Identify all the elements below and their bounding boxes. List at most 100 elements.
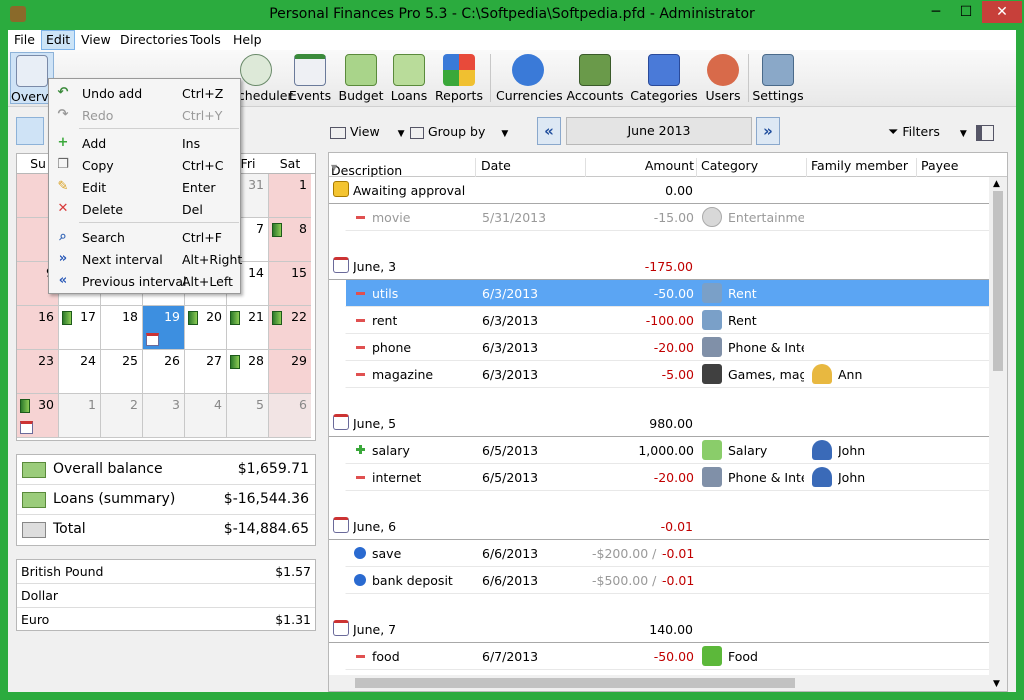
scroll-thumb[interactable] <box>993 191 1003 371</box>
transaction-category: Entertainmen <box>728 210 804 225</box>
calendar-day[interactable]: 27 <box>185 350 227 394</box>
calendar-day[interactable]: 21 <box>227 306 269 350</box>
calendar-day[interactable]: 15 <box>269 262 311 306</box>
calendar-day[interactable]: 23 <box>17 350 59 394</box>
calendar-day[interactable]: 19 <box>143 306 185 350</box>
overall-balance-row: Overall balance $1,659.71 <box>17 455 315 485</box>
horizontal-scrollbar[interactable] <box>329 675 989 691</box>
group-row[interactable]: June, 3 -175.00 <box>329 253 989 280</box>
edit-menu-item[interactable]: ↶ Undo add Ctrl+Z <box>49 82 240 104</box>
menu-item-shortcut: Ctrl+C <box>182 158 224 173</box>
filters-button[interactable]: ⏷ Filters ▼ <box>888 121 967 143</box>
group-title: June, 3 <box>353 259 397 274</box>
calendar-day[interactable]: 17 <box>59 306 101 350</box>
transaction-row[interactable]: rent 6/3/2013 -100.00 Rent <box>345 307 989 334</box>
calendar-day[interactable]: 18 <box>101 306 143 350</box>
column-amount[interactable]: Amount <box>589 158 694 173</box>
transaction-row[interactable]: bank deposit 6/6/2013 -$500.00 / +-0.01 <box>345 567 989 594</box>
calendar-day[interactable]: 16 <box>17 306 59 350</box>
edit-menu-item[interactable]: ⌕ Search Ctrl+F <box>49 226 240 248</box>
calendar-day[interactable]: 22 <box>269 306 311 350</box>
transaction-category: Phone & Inte <box>728 340 804 355</box>
transaction-row[interactable]: phone 6/3/2013 -20.00 Phone & Inte <box>345 334 989 361</box>
transaction-amount: -0.01 <box>662 573 694 588</box>
column-description-label: Description <box>331 163 403 178</box>
transaction-row[interactable]: salary 6/5/2013 1,000.00 Salary John <box>345 437 989 464</box>
transaction-row[interactable]: utils 6/3/2013 -50.00 Rent <box>345 280 989 307</box>
scroll-thumb[interactable] <box>355 678 795 688</box>
menu-edit[interactable]: Edit <box>41 30 76 50</box>
group-row[interactable]: June, 5 980.00 <box>329 410 989 437</box>
panel-toggle-button[interactable] <box>976 125 994 141</box>
transaction-row[interactable]: movie 5/31/2013 -15.00 Entertainmen <box>345 204 989 231</box>
calendar-day[interactable]: 24 <box>59 350 101 394</box>
edit-menu-item[interactable]: « Previous interval Alt+Left <box>49 270 240 292</box>
transaction-row[interactable]: internet 6/5/2013 -20.00 Phone & Inte John <box>345 464 989 491</box>
transaction-row[interactable]: save 6/6/2013 -$200.00 / +-0.01 <box>345 540 989 567</box>
calendar-day[interactable]: 20 <box>185 306 227 350</box>
menu-directories[interactable]: Directories <box>120 32 188 47</box>
maximize-button[interactable]: ☐ <box>952 1 980 23</box>
transaction-row[interactable]: food 6/7/2013 -50.00 Food <box>345 643 989 670</box>
menu-item-label: Add <box>82 136 107 151</box>
group-row[interactable]: June, 7 140.00 <box>329 616 989 643</box>
calendar-day[interactable]: 25 <box>101 350 143 394</box>
calendar-day[interactable]: 1 <box>59 394 101 438</box>
close-button[interactable]: ✕ <box>982 1 1022 23</box>
calendar-day[interactable]: 26 <box>143 350 185 394</box>
group-by-button[interactable]: Group by ▼ <box>410 121 508 143</box>
toolbar-currencies[interactable]: Currencies <box>496 52 563 104</box>
transaction-row[interactable]: magazine 6/3/2013 -5.00 Games, maga Ann <box>345 361 989 388</box>
transaction-description: rent <box>372 313 398 328</box>
menu-help[interactable]: Help <box>233 32 262 47</box>
toolbar-settings[interactable]: Settings <box>752 52 804 104</box>
calendar-day[interactable]: 1 <box>269 174 311 218</box>
next-period-button[interactable]: » <box>756 117 780 145</box>
calendar-day[interactable]: 8 <box>269 218 311 262</box>
toolbar-events[interactable]: Events <box>288 52 332 104</box>
toolbar-reports[interactable]: Reports <box>434 52 484 104</box>
column-payee[interactable]: Payee <box>921 158 958 173</box>
redo-icon: ↷ <box>57 107 69 122</box>
loans-icon <box>393 54 425 86</box>
edit-menu-item[interactable]: ❐ Copy Ctrl+C <box>49 154 240 176</box>
period-display[interactable]: June 2013 <box>566 117 752 145</box>
scroll-up-icon[interactable]: ▲ <box>993 179 1000 189</box>
calendar-day[interactable]: 5 <box>227 394 269 438</box>
calendar-day[interactable]: 6 <box>269 394 311 438</box>
menu-file[interactable]: File <box>14 32 35 47</box>
toolbar-accounts[interactable]: Accounts <box>566 52 624 104</box>
menu-view[interactable]: View <box>81 32 111 47</box>
book-icon <box>272 311 282 325</box>
calendar-day[interactable]: 30 <box>17 394 59 438</box>
transaction-member: John <box>838 470 866 485</box>
group-row[interactable]: June, 6 -0.01 <box>329 513 989 540</box>
column-date[interactable]: Date <box>481 158 511 173</box>
edit-menu-item[interactable]: ✎ Edit Enter <box>49 176 240 198</box>
menu-tools[interactable]: Tools <box>190 32 221 47</box>
calendar-day[interactable]: 29 <box>269 350 311 394</box>
vertical-scrollbar[interactable]: ▲ ▼ <box>989 177 1007 691</box>
toolbar-categories[interactable]: Categories <box>630 52 698 104</box>
column-family-member[interactable]: Family member <box>811 158 908 173</box>
toolbar-users-label: Users <box>705 88 741 103</box>
calendar-day[interactable]: 28 <box>227 350 269 394</box>
edit-menu-item[interactable]: ↷ Redo Ctrl+Y <box>49 104 240 126</box>
scroll-down-icon[interactable]: ▼ <box>993 679 1000 689</box>
column-category[interactable]: Category <box>701 158 758 173</box>
toolbar-users[interactable]: Users <box>704 52 742 104</box>
group-row[interactable]: Awaiting approval 0.00 <box>329 177 989 204</box>
group-total: 140.00 <box>649 622 693 637</box>
minimize-button[interactable]: ─ <box>922 1 950 23</box>
edit-menu-item[interactable]: + Add Ins <box>49 132 240 154</box>
calendar-view-button[interactable] <box>16 117 44 145</box>
edit-menu-item[interactable]: » Next interval Alt+Right <box>49 248 243 270</box>
edit-menu-item[interactable]: ✕ Delete Del <box>49 198 240 220</box>
toolbar-loans[interactable]: Loans <box>390 52 428 104</box>
view-button[interactable]: View ▼ <box>330 121 405 143</box>
toolbar-budget[interactable]: Budget <box>338 52 384 104</box>
calendar-day[interactable]: 2 <box>101 394 143 438</box>
previous-period-button[interactable]: « <box>537 117 561 145</box>
calendar-day[interactable]: 3 <box>143 394 185 438</box>
calendar-day[interactable]: 4 <box>185 394 227 438</box>
